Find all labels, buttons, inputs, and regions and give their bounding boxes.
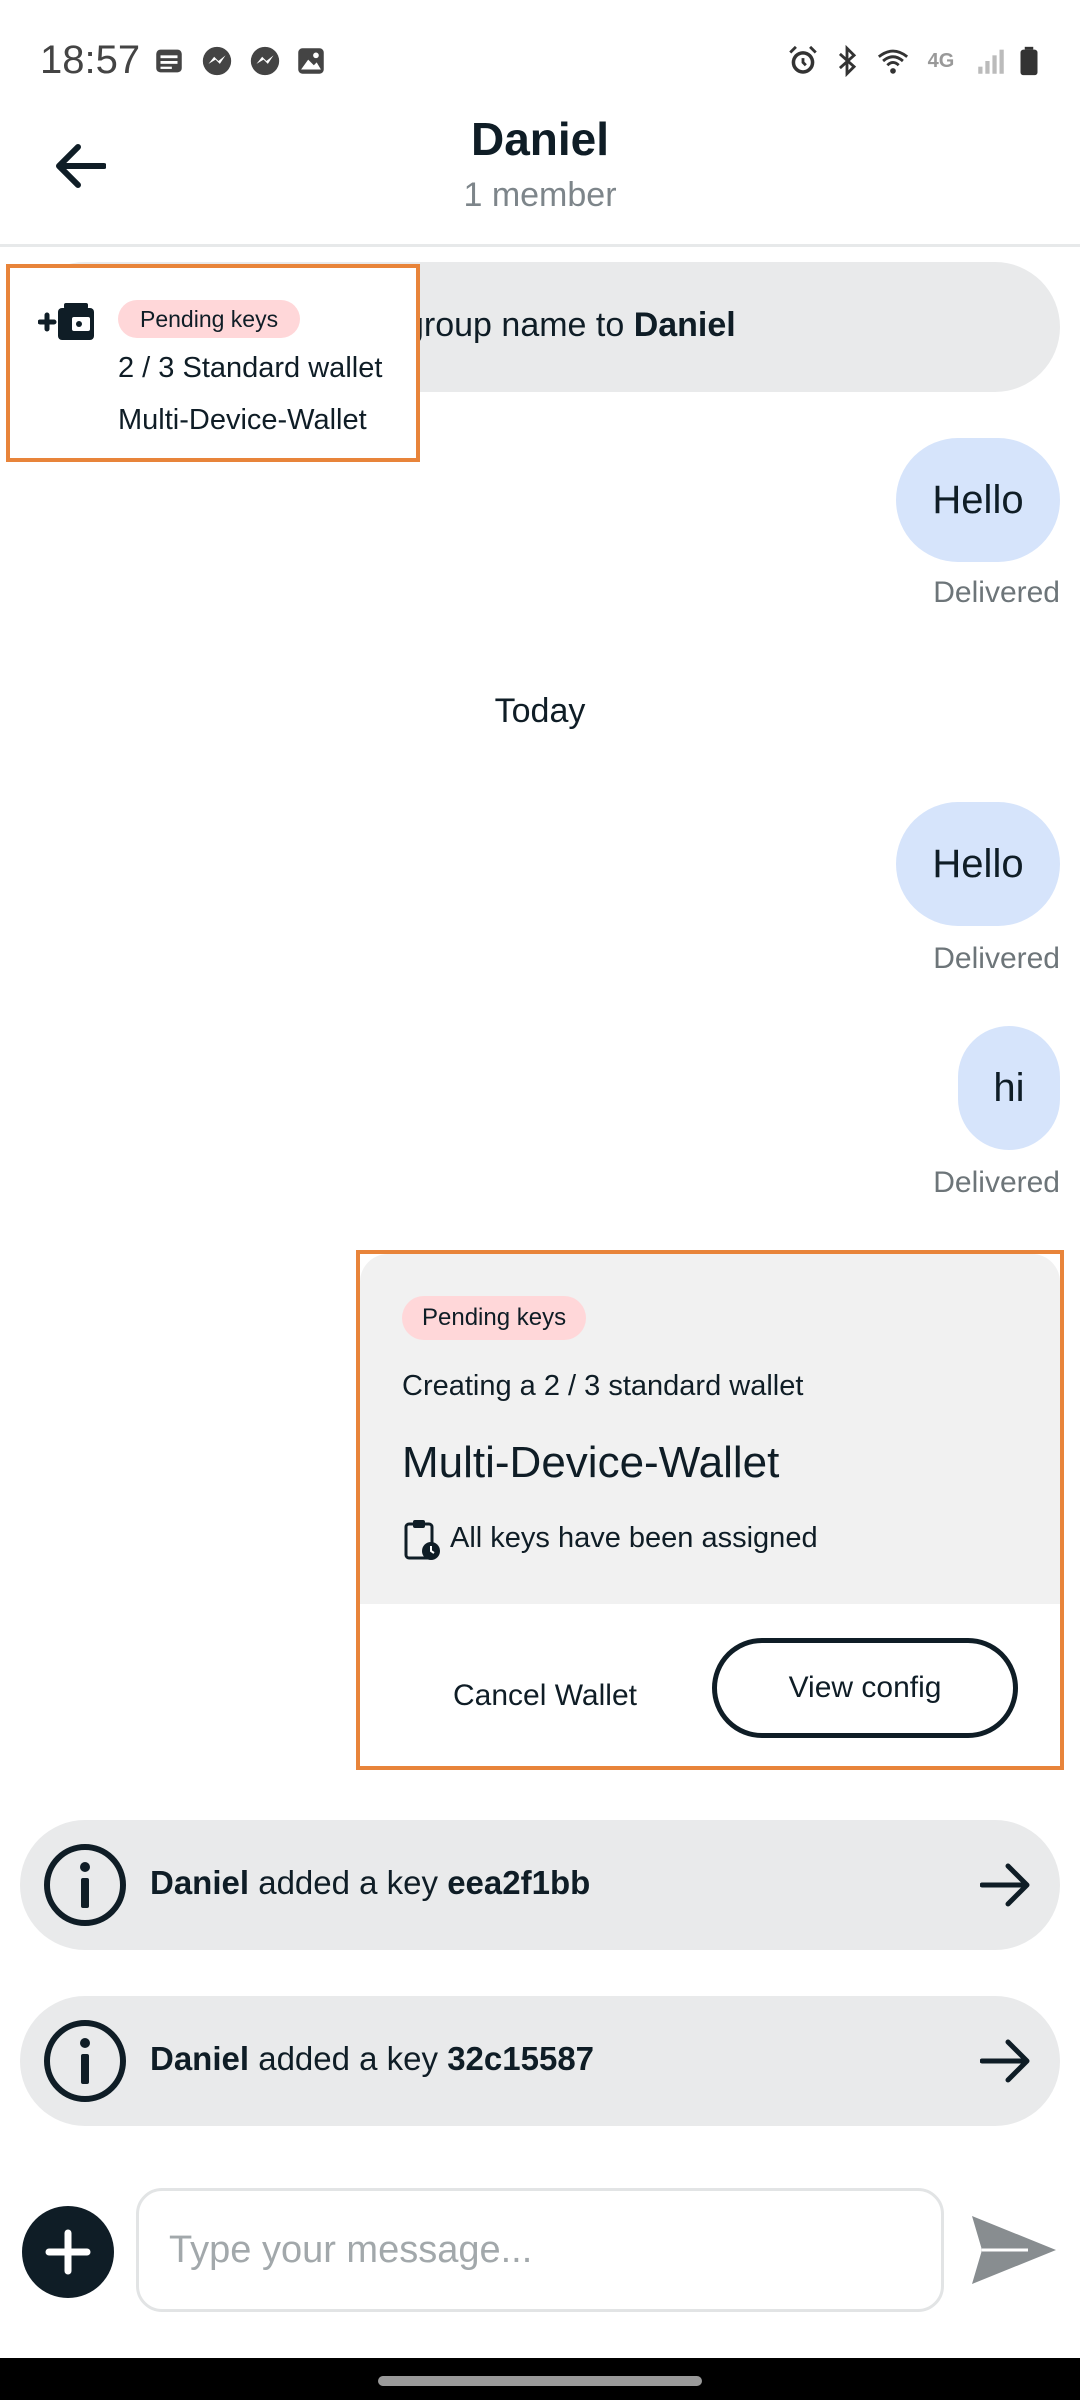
delivery-status: Delivered xyxy=(933,1166,1060,1199)
message-bubble[interactable]: hi xyxy=(958,1026,1060,1150)
wifi-icon xyxy=(876,44,910,78)
key-event-text: Daniel added a key eea2f1bb xyxy=(150,1864,591,1901)
message-bubble[interactable]: Hello xyxy=(896,802,1060,926)
key-event-text: Daniel added a key 32c15587 xyxy=(150,2040,595,2077)
wallet-add-icon xyxy=(38,303,94,340)
chat-title: Daniel xyxy=(470,113,610,165)
messenger-icon xyxy=(248,44,282,78)
pending-keys-badge: Pending keys xyxy=(402,1296,587,1340)
wallet-name: Multi-Device-Wallet xyxy=(402,1438,780,1487)
send-icon[interactable] xyxy=(968,2212,1060,2288)
key-event-item[interactable]: Daniel added a key 32c15587 xyxy=(20,1996,1060,2126)
4g-icon: 4G xyxy=(927,49,955,72)
wallet-name: Multi-Device-Wallet xyxy=(118,404,367,436)
view-config-button[interactable]: View config xyxy=(712,1638,1018,1738)
image-icon xyxy=(294,44,328,78)
header-divider xyxy=(0,244,1080,247)
delivery-status: Delivered xyxy=(933,576,1060,609)
arrow-right-icon xyxy=(980,2039,1030,2083)
cancel-wallet-button[interactable]: Cancel Wallet xyxy=(420,1666,670,1726)
wallet-type: 2 / 3 Standard wallet xyxy=(118,352,383,384)
messenger-icon xyxy=(200,44,234,78)
plus-icon xyxy=(45,2229,91,2275)
alarm-icon xyxy=(786,44,820,78)
battery-icon xyxy=(1012,44,1046,78)
info-icon xyxy=(44,2020,126,2102)
signal-icon xyxy=(974,44,1008,78)
message-bubble[interactable]: Hello xyxy=(896,438,1060,562)
arrow-right-icon xyxy=(980,1863,1030,1907)
delivery-status: Delivered xyxy=(933,942,1060,975)
wallet-card: Pending keys Creating a 2 / 3 standard w… xyxy=(360,1254,1060,1766)
message-input[interactable] xyxy=(136,2188,944,2312)
wallet-description: Creating a 2 / 3 standard wallet xyxy=(402,1370,804,1402)
system-message-text: l group name to Daniel xyxy=(388,306,736,344)
key-event-item[interactable]: Daniel added a key eea2f1bb xyxy=(20,1820,1060,1950)
home-handle[interactable] xyxy=(378,2376,702,2386)
date-divider: Today xyxy=(494,692,586,730)
keys-assigned-status: All keys have been assigned xyxy=(450,1522,818,1554)
status-time: 18:57 xyxy=(40,38,141,82)
info-icon xyxy=(44,1844,126,1926)
bluetooth-icon xyxy=(830,44,864,78)
clipboard-clock-icon xyxy=(404,1520,440,1560)
pending-keys-badge: Pending keys xyxy=(118,300,301,338)
member-count: 1 member xyxy=(463,176,617,214)
attach-button[interactable] xyxy=(22,2206,114,2298)
message-icon xyxy=(152,44,186,78)
wallet-notification[interactable]: Pending keys 2 / 3 Standard wallet Multi… xyxy=(6,264,420,462)
